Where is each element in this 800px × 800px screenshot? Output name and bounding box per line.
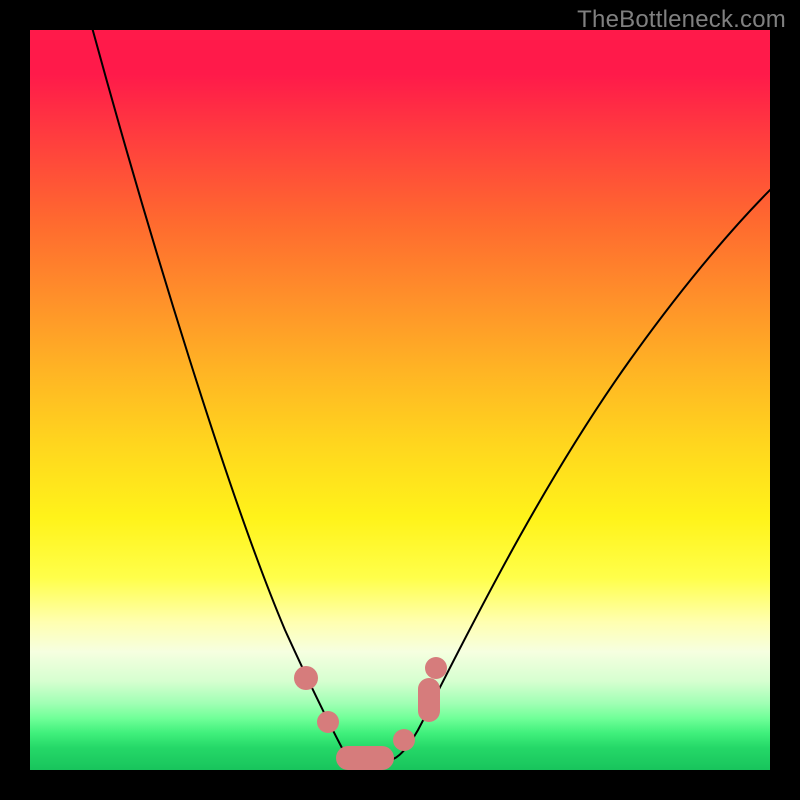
marker-dot <box>425 657 447 679</box>
marker-dot <box>294 666 318 690</box>
plot-area <box>30 30 770 770</box>
marker-right-pill <box>418 678 440 722</box>
marker-dot <box>317 711 339 733</box>
marker-floor-pill <box>336 746 394 770</box>
marker-dot <box>393 729 415 751</box>
curve-layer <box>30 30 770 770</box>
bottleneck-curve-left <box>90 30 358 760</box>
bottleneck-curve-right <box>390 188 770 760</box>
chart-frame: TheBottleneck.com <box>0 0 800 800</box>
